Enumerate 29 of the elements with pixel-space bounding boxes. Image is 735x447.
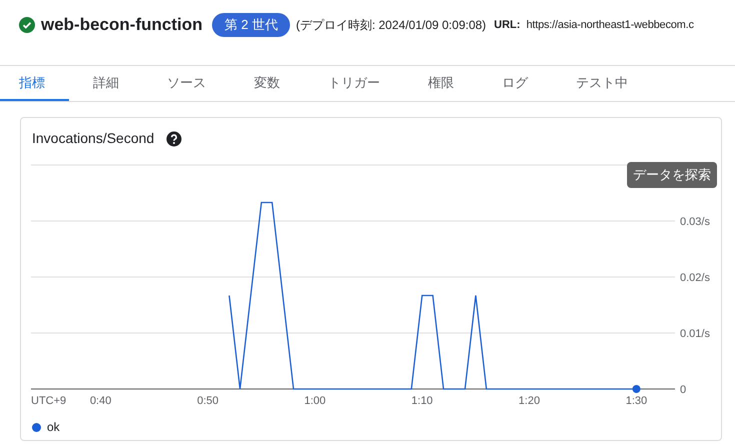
legend-label: ok	[47, 419, 60, 436]
generation-badge: 第 2 世代	[212, 13, 290, 37]
x-tick-label: 1:30	[626, 395, 648, 407]
tooltip: データを探索	[627, 162, 717, 188]
tab[interactable]: 指標	[0, 66, 69, 101]
tab[interactable]: 詳細	[69, 66, 143, 101]
x-tick-label: 0:40	[90, 395, 112, 407]
y-tick-label: 0	[680, 384, 686, 396]
x-tick-label: 1:00	[304, 395, 326, 407]
tab[interactable]: トリガー	[304, 66, 404, 101]
y-tick-label: 0.02/s	[680, 272, 710, 284]
chart-title: Invocations/Second	[32, 129, 154, 148]
x-axis-label: UTC+9	[31, 395, 66, 407]
tab[interactable]: ログ	[478, 66, 552, 101]
x-tick-label: 1:10	[411, 395, 433, 407]
tab[interactable]: 権限	[404, 66, 478, 101]
url-label: URL:	[494, 18, 520, 33]
tab[interactable]: ソース	[143, 66, 230, 101]
data-point	[632, 385, 640, 393]
x-tick-label: 1:20	[518, 395, 540, 407]
url-text: https://asia-northeast1-webbecom.c	[526, 18, 694, 33]
help-icon	[166, 130, 182, 146]
y-tick-label: 0.03/s	[680, 216, 710, 228]
function-title: web-becon-function	[41, 14, 202, 36]
tab[interactable]: テスト中	[552, 66, 652, 101]
tab[interactable]: 変数	[230, 66, 304, 101]
y-tick-label: 0.01/s	[680, 328, 710, 340]
deploy-time: (デプロイ時刻: 2024/01/09 0:09:08)	[296, 17, 486, 34]
x-tick-label: 0:50	[197, 395, 219, 407]
